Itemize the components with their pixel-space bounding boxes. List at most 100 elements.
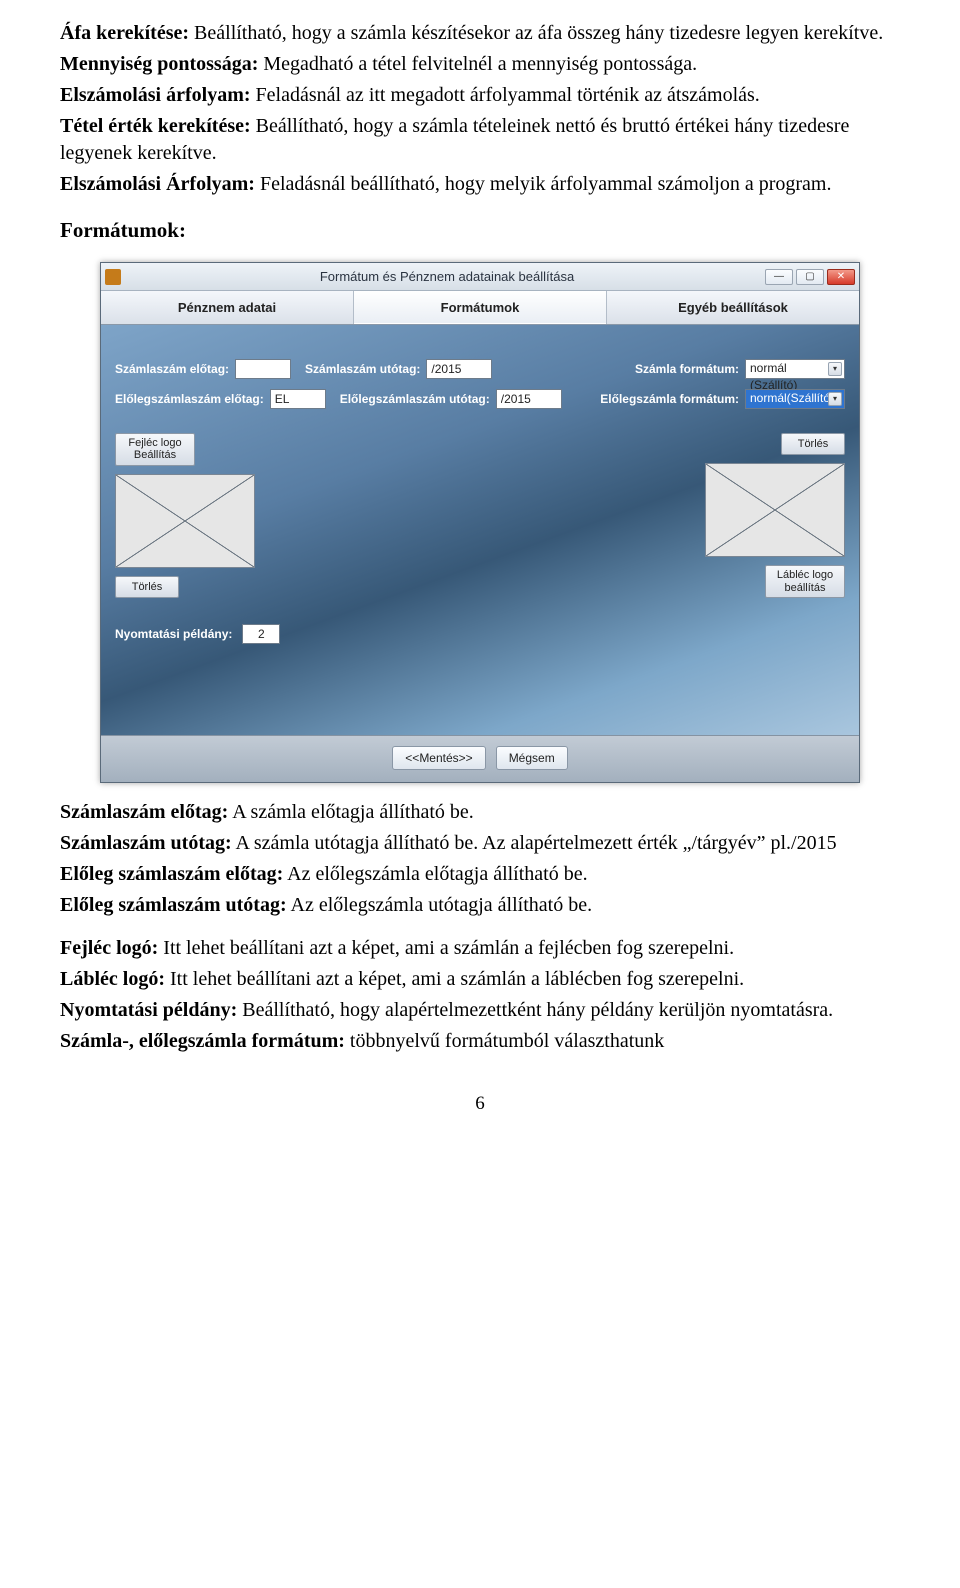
field-label: Előlegszámlaszám előtag: (115, 391, 264, 407)
definition-text: Az előlegszámla előtagja állítható be. (283, 863, 587, 885)
paragraph: Előleg számlaszám utótag: Az előlegszáml… (60, 892, 900, 919)
button-label: Lábléc logo beállítás (777, 569, 833, 593)
save-button[interactable]: <<Mentés>> (392, 746, 485, 770)
definition-text: A számla utótagja állítható be. Az alapé… (232, 832, 837, 854)
definition-text: többnyelvű formátumból választhatunk (345, 1030, 664, 1052)
settings-window: Formátum és Pénznem adatainak beállítása… (100, 262, 860, 783)
footer-logo-set-button[interactable]: Lábléc logo beállítás (765, 565, 845, 597)
term: Fejléc logó: (60, 937, 158, 959)
szamla-formatum-select[interactable]: normál (Szállító) ▾ (745, 359, 845, 379)
window-titlebar[interactable]: Formátum és Pénznem adatainak beállítása… (101, 263, 859, 291)
doc-lower-block-1: Számlaszám előtag: A számla előtagja áll… (60, 799, 900, 919)
field-label: Előlegszámla formátum: (600, 391, 739, 407)
field-label: Számlaszám előtag: (115, 361, 229, 377)
window-control-buttons: — ▢ ✕ (765, 269, 855, 285)
definition-text: Feladásnál beállítható, hogy melyik árfo… (255, 173, 832, 195)
term: Elszámolási árfolyam: (60, 84, 251, 106)
definition-text: Az előlegszámla utótagja állítható be. (287, 894, 592, 916)
paragraph: Lábléc logó: Itt lehet beállítani azt a … (60, 966, 900, 993)
tab-egyeb-beallitasok[interactable]: Egyéb beállítások (607, 291, 859, 324)
header-logo-set-button[interactable]: Fejléc logo Beállítás (115, 433, 195, 465)
close-button[interactable]: ✕ (827, 269, 855, 285)
definition-text: Beállítható, hogy a számla készítésekor … (189, 22, 883, 44)
print-copy-row: Nyomtatási példány: (115, 624, 845, 644)
term: Számlaszám utótag: (60, 832, 232, 854)
field-eloleg-formatum: Előlegszámla formátum: normál(Szállító) … (600, 389, 845, 409)
eloleg-formatum-select[interactable]: normál(Szállító) ▾ (745, 389, 845, 409)
button-label: Törlés (132, 581, 163, 593)
field-szamla-formatum: Számla formátum: normál (Szállító) ▾ (635, 359, 845, 379)
cancel-button[interactable]: Mégsem (496, 746, 568, 770)
term: Mennyiség pontossága: (60, 53, 258, 75)
footer-logo-column: Törlés Lábléc logo beállítás (705, 433, 845, 597)
szamlaszam-elotag-input[interactable] (235, 359, 291, 379)
chevron-down-icon: ▾ (828, 392, 842, 406)
definition-text: A számla előtagja állítható be. (228, 801, 473, 823)
paragraph: Számlaszám utótag: A számla utótagja áll… (60, 830, 900, 857)
term: Elszámolási Árfolyam: (60, 173, 255, 195)
footer-logo-delete-button[interactable]: Törlés (781, 433, 845, 455)
field-szamlaszam-elotag: Számlaszám előtag: (115, 359, 291, 379)
paragraph: Mennyiség pontossága: Megadható a tétel … (60, 51, 900, 78)
minimize-button[interactable]: — (765, 269, 793, 285)
field-eloleg-elotag: Előlegszámlaszám előtag: (115, 389, 326, 409)
tab-penznem-adatai[interactable]: Pénznem adatai (101, 291, 354, 324)
paragraph: Elszámolási Árfolyam: Feladásnál beállít… (60, 171, 900, 198)
header-logo-column: Fejléc logo Beállítás Törlés (115, 433, 255, 597)
paragraph: Előleg számlaszám előtag: Az előlegszáml… (60, 861, 900, 888)
field-label: Számla formátum: (635, 361, 739, 377)
field-label: Számlaszám utótag: (305, 361, 420, 377)
form-row-2: Előlegszámlaszám előtag: Előlegszámlaszá… (115, 389, 845, 409)
tab-label: Pénznem adatai (178, 299, 276, 317)
term: Lábléc logó: (60, 968, 165, 990)
select-value: normál (Szállító) (750, 361, 797, 391)
paragraph: Áfa kerekítése: Beállítható, hogy a szám… (60, 20, 900, 47)
button-label: Fejléc logo Beállítás (128, 437, 181, 461)
maximize-button[interactable]: ▢ (796, 269, 824, 285)
doc-intro-block: Áfa kerekítése: Beállítható, hogy a szám… (60, 20, 900, 198)
button-label: Mégsem (509, 751, 555, 765)
window-body: Számlaszám előtag: Számlaszám utótag: Sz… (101, 325, 859, 735)
button-label: Törlés (798, 438, 829, 450)
footer-logo-placeholder (705, 463, 845, 557)
tab-formatumok[interactable]: Formátumok (354, 291, 607, 324)
dialog-footer: <<Mentés>> Mégsem (101, 735, 859, 782)
tab-label: Formátumok (441, 299, 520, 317)
window-title: Formátum és Pénznem adatainak beállítása (129, 268, 765, 286)
term: Nyomtatási példány: (60, 999, 237, 1021)
definition-text: Itt lehet beállítani azt a képet, ami a … (158, 937, 734, 959)
term: Előleg számlaszám előtag: (60, 863, 283, 885)
field-label: Előlegszámlaszám utótag: (340, 391, 490, 407)
paragraph: Elszámolási árfolyam: Feladásnál az itt … (60, 82, 900, 109)
select-value: normál(Szállító) (750, 391, 834, 405)
form-row-1: Számlaszám előtag: Számlaszám utótag: Sz… (115, 359, 845, 379)
eloleg-utotag-input[interactable] (496, 389, 562, 409)
minimize-icon: — (774, 270, 784, 284)
header-logo-delete-button[interactable]: Törlés (115, 576, 179, 598)
term: Előleg számlaszám utótag: (60, 894, 287, 916)
field-label: Nyomtatási példány: (115, 626, 232, 642)
tab-bar: Pénznem adatai Formátumok Egyéb beállítá… (101, 291, 859, 325)
button-label: <<Mentés>> (405, 751, 472, 765)
definition-text: Feladásnál az itt megadott árfolyammal t… (251, 84, 760, 106)
logo-area: Fejléc logo Beállítás Törlés Törlés Lábl… (115, 433, 845, 597)
close-icon: ✕ (837, 270, 845, 284)
term: Tétel érték kerekítése: (60, 115, 251, 137)
page-number: 6 (60, 1091, 900, 1117)
field-szamlaszam-utotag: Számlaszám utótag: (305, 359, 492, 379)
definition-text: Megadható a tétel felvitelnél a mennyisé… (258, 53, 697, 75)
term: Számlaszám előtag: (60, 801, 228, 823)
field-eloleg-utotag: Előlegszámlaszám utótag: (340, 389, 562, 409)
definition-text: Beállítható, hogy alapértelmezettként há… (237, 999, 833, 1021)
app-icon (105, 269, 121, 285)
section-heading: Formátumok: (60, 216, 900, 244)
header-logo-placeholder (115, 474, 255, 568)
eloleg-elotag-input[interactable] (270, 389, 326, 409)
print-copy-input[interactable] (242, 624, 280, 644)
tab-label: Egyéb beállítások (678, 299, 788, 317)
paragraph: Fejléc logó: Itt lehet beállítani azt a … (60, 935, 900, 962)
definition-text: Itt lehet beállítani azt a képet, ami a … (165, 968, 744, 990)
term: Számla-, előlegszámla formátum: (60, 1030, 345, 1052)
paragraph: Számla-, előlegszámla formátum: többnyel… (60, 1028, 900, 1055)
szamlaszam-utotag-input[interactable] (426, 359, 492, 379)
